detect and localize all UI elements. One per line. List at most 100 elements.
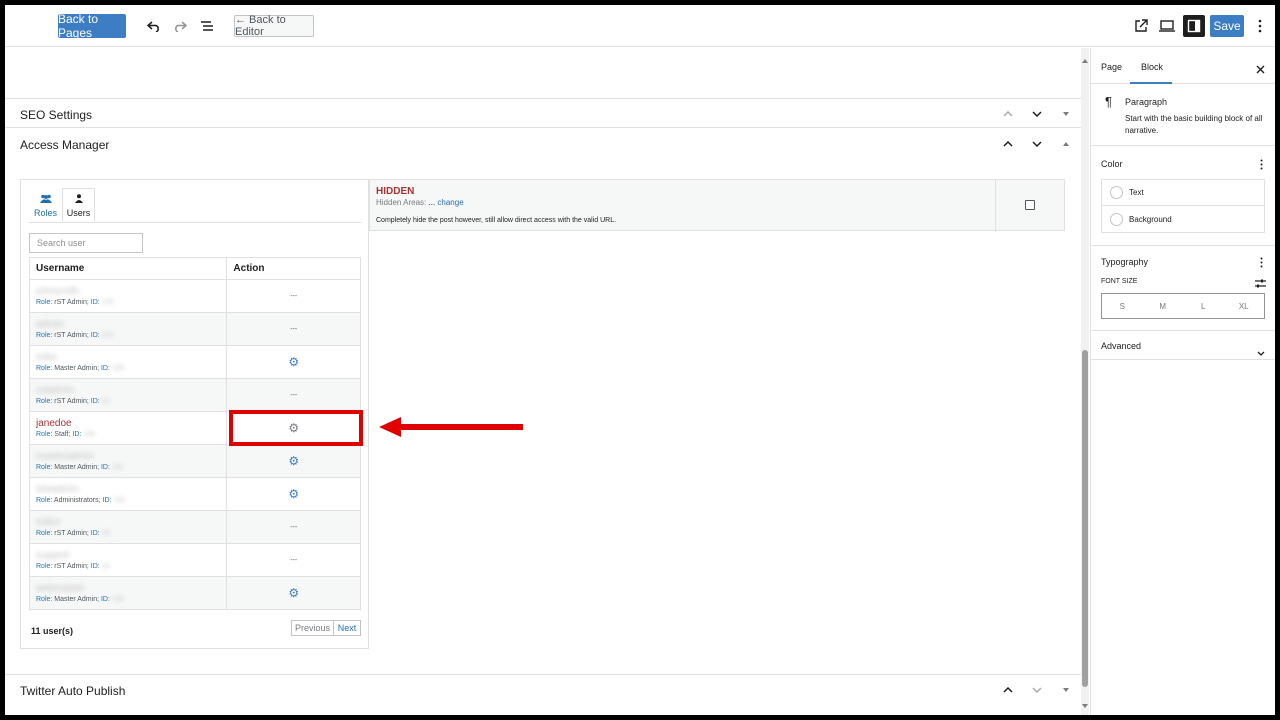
redo-icon[interactable] — [170, 16, 190, 36]
toggle-panel-icon[interactable] — [1059, 137, 1073, 151]
list-view-icon[interactable] — [197, 16, 217, 36]
font-size-label: FONT SIZE — [1101, 278, 1138, 285]
gear-icon[interactable]: ⚙ — [288, 454, 299, 468]
role-value: rST Admin — [54, 299, 87, 306]
preview-icon[interactable] — [1157, 16, 1177, 36]
id-value: 14 — [101, 563, 110, 570]
role-value: Master Admin — [54, 596, 98, 603]
access-manager-panel-header[interactable]: Access Manager — [5, 129, 1081, 159]
username-cell: rstadmin Role: rST Admin; ID: 12 — [28, 378, 228, 412]
twitter-auto-publish-panel[interactable]: Twitter Auto Publish — [5, 674, 1081, 704]
tab-page[interactable]: Page — [1101, 62, 1122, 72]
font-size-picker: S M L XL — [1101, 293, 1265, 319]
main-scrollbar[interactable] — [1081, 48, 1089, 715]
username[interactable]: johnsmith — [30, 286, 226, 297]
move-down-icon[interactable] — [1030, 137, 1044, 151]
username[interactable]: admin — [30, 319, 226, 330]
username-cell: janedoe Role: Staff; ID: 130 — [28, 411, 228, 445]
paragraph-icon: ¶ — [1105, 94, 1112, 109]
role-value: rST Admin — [54, 398, 87, 405]
role-line: Role: Master Admin; ID: 131 — [36, 464, 124, 471]
no-action: --- — [290, 523, 298, 531]
tab-label: Roles — [33, 207, 57, 218]
username[interactable]: rstadmin — [30, 385, 226, 396]
panel-title: Twitter Auto Publish — [20, 684, 126, 698]
column-header-action: Action — [226, 257, 361, 280]
font-size-xl[interactable]: XL — [1224, 294, 1265, 318]
table-row: webmaster Role: Master Admin; ID: 135 ⚙ — [28, 576, 361, 610]
background-color-option[interactable]: Background — [1102, 207, 1264, 233]
gear-icon[interactable]: ⚙ — [288, 487, 299, 501]
previous-page-button[interactable]: Previous — [291, 620, 334, 636]
gear-icon[interactable]: ⚙ — [288, 586, 299, 600]
search-user-input[interactable]: Search user — [29, 233, 143, 253]
username[interactable]: masteradmin — [30, 451, 226, 462]
role-line: Role: rST Admin; ID: 13 — [36, 530, 110, 537]
id-label: ID: — [90, 563, 100, 570]
more-options-icon[interactable] — [1250, 16, 1270, 36]
scroll-up-icon[interactable] — [1082, 50, 1088, 68]
id-value: 125 — [111, 365, 124, 372]
id-value: 131 — [111, 464, 124, 471]
tab-block[interactable]: Block — [1130, 48, 1172, 84]
id-label: ID: — [90, 530, 100, 537]
scroll-down-icon[interactable] — [1082, 695, 1088, 713]
username[interactable]: editor — [30, 517, 226, 528]
username[interactable]: siteadmin — [30, 484, 226, 495]
username[interactable]: janedoe — [30, 418, 226, 429]
username[interactable]: webmaster — [30, 583, 226, 594]
save-button[interactable]: Save — [1210, 15, 1244, 37]
advanced-panel[interactable]: Advanced — [1091, 332, 1275, 360]
font-size-l[interactable]: L — [1183, 294, 1224, 318]
username[interactable]: mike — [30, 352, 226, 363]
next-page-button[interactable]: Next — [333, 620, 361, 636]
role-value: Staff — [54, 431, 69, 438]
close-icon[interactable] — [1256, 61, 1265, 79]
id-value: 135 — [111, 596, 124, 603]
id-label: ID: — [100, 365, 110, 372]
role-label: Role: — [36, 431, 53, 438]
font-size-m[interactable]: M — [1143, 294, 1184, 318]
color-panel: Color Text Background — [1091, 147, 1275, 246]
color-options-icon[interactable] — [1260, 157, 1263, 175]
back-to-editor-button[interactable]: ← Back to Editor — [234, 14, 314, 38]
advanced-title: Advanced — [1101, 341, 1142, 351]
role-line: Role: Administrators; ID: 132 — [36, 497, 126, 504]
role-line: Role: rST Admin; ID: 12 — [36, 398, 110, 405]
gear-icon[interactable]: ⚙ — [288, 355, 299, 369]
back-to-pages-button[interactable]: Back to Pages — [58, 12, 126, 40]
role-label: Role: — [36, 530, 53, 537]
id-value: 132 — [113, 497, 126, 504]
move-down-icon[interactable] — [1030, 107, 1044, 121]
seo-settings-panel[interactable]: SEO Settings — [5, 98, 1081, 128]
action-cell: --- — [226, 279, 361, 313]
color-label: Text — [1129, 188, 1144, 197]
table-row: mike Role: Master Admin; ID: 125 ⚙ — [28, 345, 361, 379]
table-row: support Role: rST Admin; ID: 14 --- — [28, 543, 361, 577]
text-color-option[interactable]: Text — [1102, 180, 1264, 206]
custom-size-icon[interactable] — [1255, 275, 1266, 293]
action-cell: ⚙ — [226, 576, 361, 610]
hidden-checkbox[interactable] — [1025, 200, 1035, 210]
move-up-icon[interactable] — [1001, 683, 1015, 697]
id-label: ID: — [100, 596, 110, 603]
username[interactable]: support — [30, 550, 226, 561]
toggle-panel-icon[interactable] — [1059, 107, 1073, 121]
settings-icon[interactable] — [1183, 15, 1205, 37]
change-link[interactable]: change — [437, 198, 463, 207]
font-size-s[interactable]: S — [1102, 294, 1143, 318]
tab-users[interactable]: Users — [62, 188, 95, 223]
role-line: Role: Master Admin; ID: 135 — [36, 596, 124, 603]
move-up-icon[interactable] — [1001, 107, 1015, 121]
table-row: siteadmin Role: Administrators; ID: 132 … — [28, 477, 361, 511]
typography-options-icon[interactable] — [1260, 255, 1263, 273]
panel-title: SEO Settings — [20, 108, 93, 122]
toggle-panel-icon[interactable] — [1059, 683, 1073, 697]
tab-roles[interactable]: Roles — [29, 188, 62, 223]
move-down-icon[interactable] — [1030, 683, 1044, 697]
undo-icon[interactable] — [144, 16, 164, 36]
external-link-icon[interactable] — [1131, 16, 1151, 36]
id-label: ID: — [90, 332, 100, 339]
scrollbar-thumb[interactable] — [1082, 350, 1088, 687]
move-up-icon[interactable] — [1001, 137, 1015, 151]
